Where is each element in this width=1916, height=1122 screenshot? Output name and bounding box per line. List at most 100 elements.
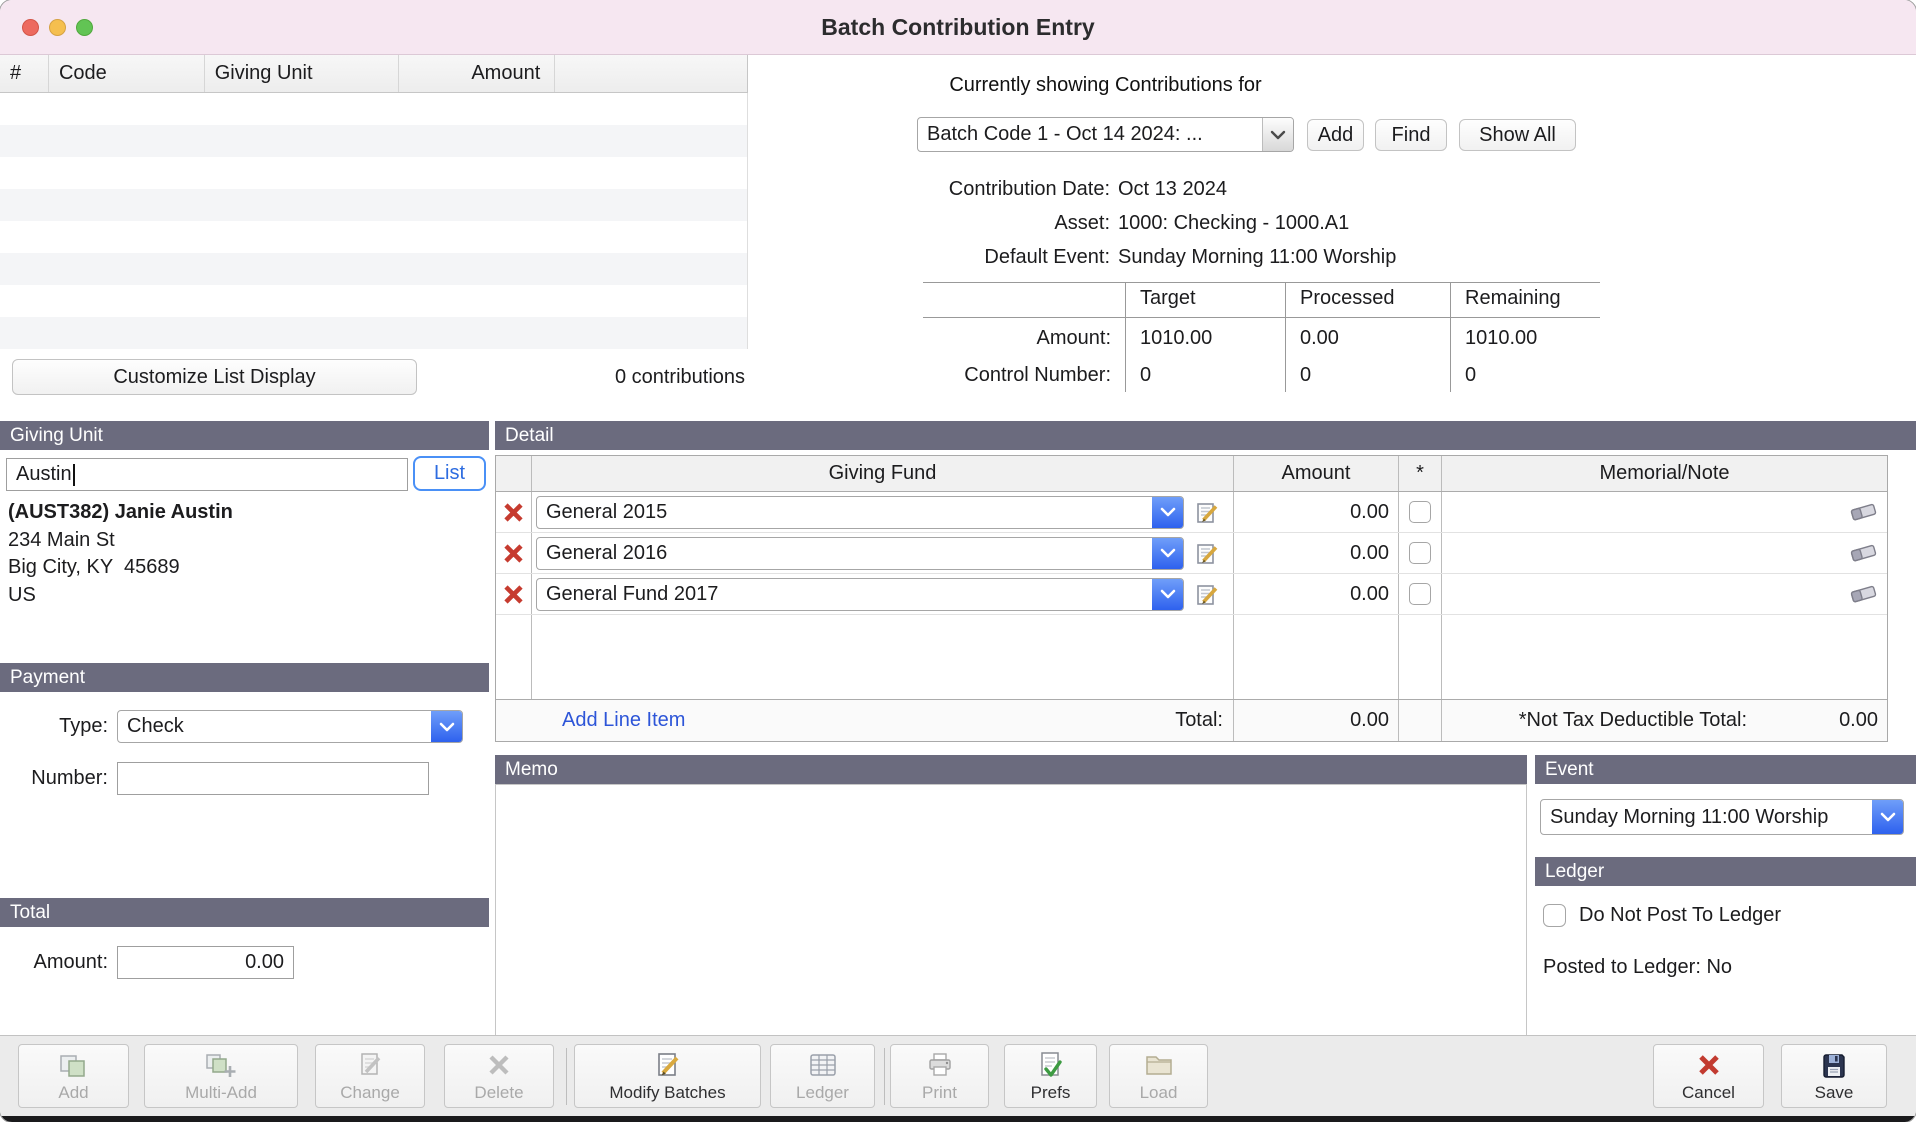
add-batch-button[interactable]: Add — [1307, 119, 1364, 151]
red-x-icon — [502, 542, 525, 565]
column-header-giving-unit[interactable]: Giving Unit — [205, 55, 400, 92]
giving-unit-list-button[interactable]: List — [413, 456, 486, 491]
event-section-header: Event — [1535, 755, 1916, 784]
event-select[interactable]: Sunday Morning 11:00 Worship — [1540, 799, 1904, 835]
column-header-number[interactable]: # — [0, 55, 49, 92]
giving-fund-value: General 2016 — [537, 542, 1152, 565]
customize-list-display-button[interactable]: Customize List Display — [12, 359, 417, 395]
payment-number-input[interactable] — [117, 762, 429, 795]
memo-textarea[interactable] — [495, 784, 1527, 1036]
save-button[interactable]: Save — [1781, 1044, 1887, 1108]
giving-fund-select[interactable]: General 2016 — [536, 537, 1184, 570]
change-button: Change — [315, 1044, 425, 1108]
contributions-list-body — [0, 93, 748, 349]
save-icon — [1820, 1049, 1848, 1081]
window-bottom-edge — [0, 1116, 1916, 1122]
giving-fund-value: General 2015 — [537, 501, 1152, 524]
toolbar-button-label: Cancel — [1682, 1083, 1735, 1103]
do-not-post-checkbox[interactable] — [1543, 904, 1566, 927]
payment-type-select[interactable]: Check — [117, 710, 463, 743]
detail-empty-area — [496, 615, 1887, 699]
giving-unit-section-header: Giving Unit — [0, 421, 489, 450]
batch-select-value: Batch Code 1 - Oct 14 2024: ... — [918, 123, 1262, 146]
detail-col-star: * — [1399, 456, 1442, 491]
edit-fund-button[interactable] — [1191, 496, 1223, 528]
not-tax-deductible-checkbox[interactable] — [1409, 501, 1431, 523]
toolbar-button-label: Prefs — [1031, 1083, 1071, 1103]
cancel-icon — [1695, 1049, 1723, 1081]
list-row-empty — [0, 189, 747, 221]
delete-button: Delete — [444, 1044, 554, 1108]
detail-table: Giving Fund Amount * Memorial/Note Gener… — [495, 455, 1888, 742]
ledger-button: Ledger — [770, 1044, 875, 1108]
giving-unit-address-line: Big City, KY 45689 — [8, 554, 233, 582]
toolbar-button-label: Delete — [474, 1083, 523, 1103]
asset-label: Asset: — [850, 210, 1110, 237]
list-row-empty — [0, 157, 747, 189]
payment-section-header: Payment — [0, 663, 489, 692]
chevron-down-icon — [1872, 800, 1903, 834]
column-header-blank — [555, 55, 747, 92]
add-line-item-link[interactable]: Add Line Item — [562, 709, 685, 732]
summary-col-processed: Processed — [1285, 282, 1450, 318]
cancel-button[interactable]: Cancel — [1653, 1044, 1764, 1108]
detail-col-giving-fund: Giving Fund — [532, 456, 1234, 491]
total-section-header: Total — [0, 898, 489, 927]
batch-select[interactable]: Batch Code 1 - Oct 14 2024: ... — [917, 117, 1294, 152]
find-batch-button[interactable]: Find — [1375, 119, 1447, 151]
asset-value: 1000: Checking - 1000.A1 — [1110, 210, 1349, 237]
summary-col-remaining: Remaining — [1450, 282, 1600, 318]
toolbar-button-label: Load — [1140, 1083, 1178, 1103]
toolbar-button-label: Multi-Add — [185, 1083, 257, 1103]
column-header-amount[interactable]: Amount — [399, 55, 555, 92]
payment-type-value: Check — [118, 715, 431, 738]
print-button: Print — [890, 1044, 989, 1108]
giving-fund-select[interactable]: General 2015 — [536, 496, 1184, 529]
eraser-icon — [1849, 501, 1879, 523]
delete-line-button[interactable] — [502, 583, 525, 606]
delete-line-button[interactable] — [502, 542, 525, 565]
print-icon — [925, 1049, 955, 1081]
giving-unit-search-input[interactable]: Austin — [6, 458, 408, 491]
asset-row: Asset: 1000: Checking - 1000.A1 — [850, 210, 1349, 237]
detail-table-footer: Add Line Item Total: 0.00 *Not Tax Deduc… — [496, 699, 1887, 741]
toolbar-button-label: Add — [58, 1083, 88, 1103]
chevron-down-icon — [1152, 497, 1183, 528]
contribution-date-label: Contribution Date: — [850, 176, 1110, 203]
detail-row: General Fund 2017 0.00 — [496, 574, 1887, 615]
ledger-section-header: Ledger — [1535, 857, 1916, 886]
ledger-icon — [807, 1049, 839, 1081]
not-tax-deductible-checkbox[interactable] — [1409, 542, 1431, 564]
change-icon — [355, 1049, 385, 1081]
edit-fund-button[interactable] — [1191, 537, 1223, 569]
total-amount-input[interactable]: 0.00 — [117, 946, 294, 979]
summary-control-processed: 0 — [1285, 355, 1450, 392]
delete-line-button[interactable] — [502, 501, 525, 524]
line-amount-input[interactable]: 0.00 — [1234, 583, 1398, 606]
summary-amount-remaining: 1010.00 — [1450, 318, 1600, 355]
summary-control-remaining: 0 — [1450, 355, 1600, 392]
line-amount-input[interactable]: 0.00 — [1234, 501, 1398, 524]
prefs-icon — [1037, 1049, 1065, 1081]
modify-batches-button[interactable]: Modify Batches — [574, 1044, 761, 1108]
column-header-code[interactable]: Code — [49, 55, 205, 92]
toolbar-button-label: Save — [1815, 1083, 1854, 1103]
multi-add-button: Multi-Add — [144, 1044, 298, 1108]
prefs-button[interactable]: Prefs — [1004, 1044, 1097, 1108]
show-all-batches-button[interactable]: Show All — [1459, 119, 1576, 151]
erase-memo-button[interactable] — [1849, 583, 1879, 605]
line-amount-input[interactable]: 0.00 — [1234, 542, 1398, 565]
erase-memo-button[interactable] — [1849, 542, 1879, 564]
red-x-icon — [502, 583, 525, 606]
toolbar-button-label: Change — [340, 1083, 400, 1103]
detail-col-amount: Amount — [1234, 456, 1399, 491]
summary-control-target: 0 — [1125, 355, 1285, 392]
edit-fund-button[interactable] — [1191, 578, 1223, 610]
list-row-empty — [0, 285, 747, 317]
delete-icon — [485, 1049, 513, 1081]
giving-fund-select[interactable]: General Fund 2017 — [536, 578, 1184, 611]
not-tax-deductible-checkbox[interactable] — [1409, 583, 1431, 605]
erase-memo-button[interactable] — [1849, 501, 1879, 523]
summary-amount-processed: 0.00 — [1285, 318, 1450, 355]
detail-row: General 2015 0.00 — [496, 492, 1887, 533]
